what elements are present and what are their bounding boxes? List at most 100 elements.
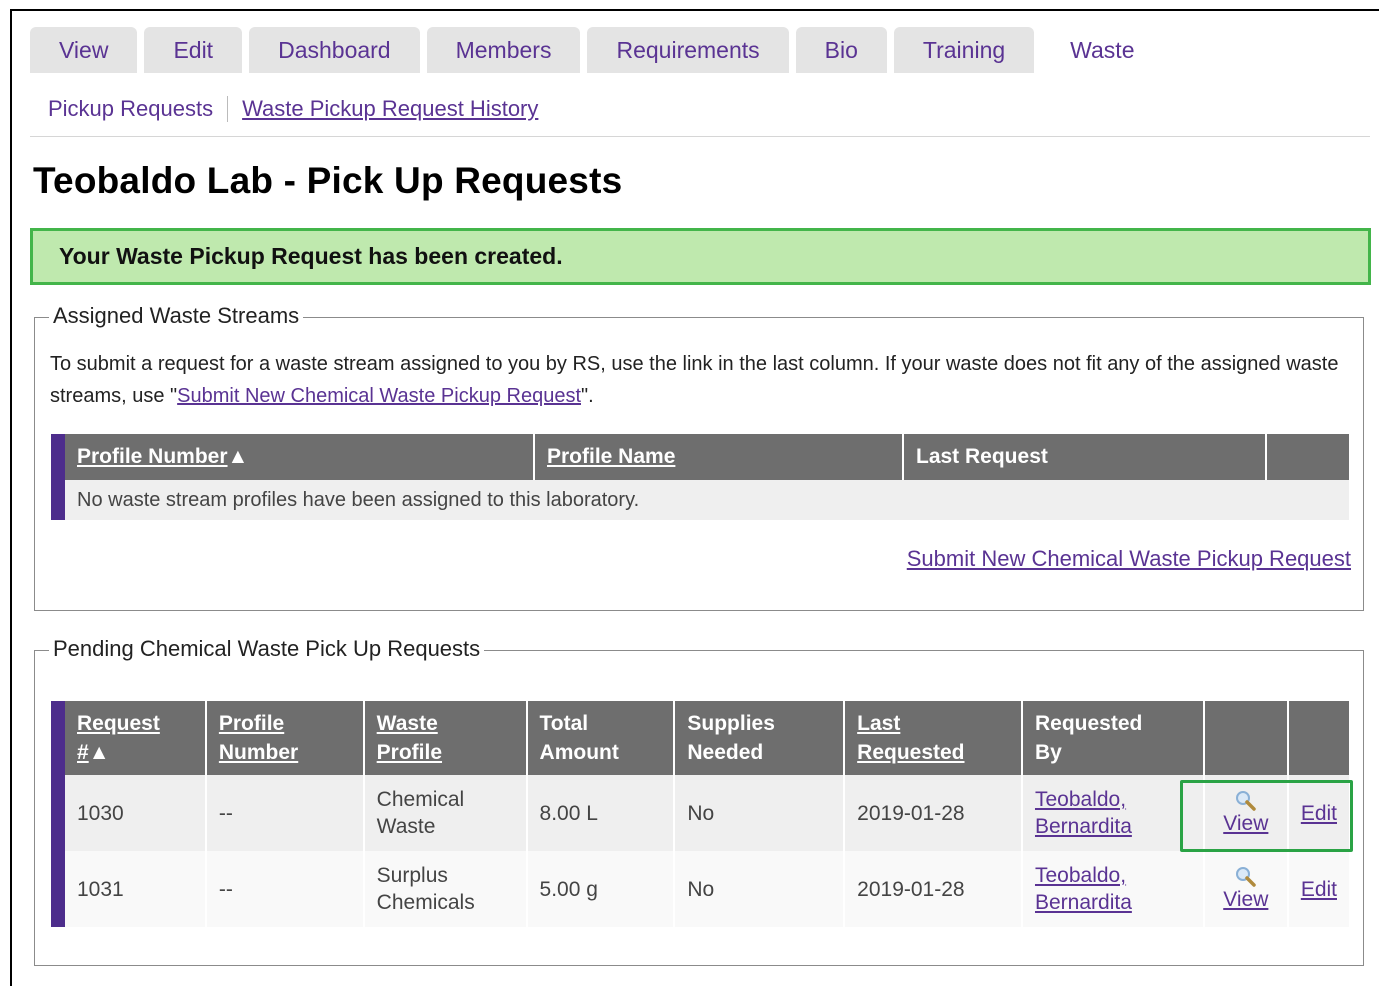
requested-by-link[interactable]: Teobaldo, Bernardita — [1035, 864, 1132, 914]
header-text: Amount — [539, 741, 619, 764]
profile-number: -- — [206, 775, 365, 851]
sort-asc-icon: ▲ — [88, 741, 110, 764]
col-total-amount: Total Amount — [527, 701, 676, 775]
magnifier-icon — [1235, 866, 1256, 887]
header-text: # — [77, 741, 89, 764]
requested-by-line: Teobaldo, — [1034, 864, 1127, 887]
total-amount: 5.00 g — [527, 851, 676, 927]
header-text: Requested — [1034, 712, 1143, 735]
col-supplies-needed: Supplies Needed — [675, 701, 846, 775]
view-label: View — [1223, 887, 1269, 911]
assigned-intro-text: To submit a request for a waste stream a… — [50, 348, 1340, 412]
col-profile-number[interactable]: Profile Number — [206, 701, 365, 775]
submit-new-request-link[interactable]: Submit New Chemical Waste Pickup Request — [907, 546, 1351, 572]
success-alert: Your Waste Pickup Request has been creat… — [30, 228, 1371, 285]
tab-training[interactable]: Training — [893, 27, 1035, 73]
waste-profile-line: Waste — [376, 815, 436, 838]
requested-by-line: Bernardita — [1034, 815, 1132, 838]
empty-message: No waste stream profiles have been assig… — [51, 480, 1349, 520]
col-actions — [1267, 434, 1349, 480]
pending-requests-fieldset: Pending Chemical Waste Pick Up Requests … — [34, 636, 1364, 966]
tab-waste[interactable]: Waste — [1041, 27, 1164, 73]
sort-profile-name-link[interactable]: Profile Name — [547, 445, 675, 468]
table-row: No waste stream profiles have been assig… — [51, 480, 1349, 520]
header-text: Last — [857, 712, 901, 735]
subnav-separator — [227, 96, 229, 122]
waste-profile-line: Chemicals — [376, 891, 475, 914]
edit-request-link[interactable]: Edit — [1301, 802, 1337, 825]
pickup-requests-link[interactable]: Pickup Requests — [48, 96, 213, 122]
supplies-needed: No — [675, 851, 846, 927]
header-text: Profile — [376, 741, 443, 764]
pending-requests-table: Request #▲ Profile Number Waste Profile Tot… — [51, 701, 1349, 927]
col-waste-profile[interactable]: Waste Profile — [364, 701, 528, 775]
table-header-row: Profile Number▲ Profile Name Last Reques… — [51, 434, 1349, 480]
col-request-number[interactable]: Request #▲ — [51, 701, 207, 775]
edit-cell: Edit — [1288, 775, 1349, 851]
waste-profile-line: Chemical — [376, 788, 465, 811]
sort-profile-number-link[interactable]: Profile Number — [219, 712, 298, 764]
requested-by-link[interactable]: Teobaldo, Bernardita — [1035, 788, 1132, 838]
sort-last-requested-link[interactable]: Last Requested — [857, 712, 964, 764]
tab-bio[interactable]: Bio — [795, 27, 887, 73]
sort-profile-number-link[interactable]: Profile Number — [77, 445, 228, 468]
requested-by: Teobaldo, Bernardita — [1022, 851, 1205, 927]
header-text: Total — [539, 712, 589, 735]
assigned-waste-streams-legend: Assigned Waste Streams — [49, 303, 304, 329]
table-row: 1031 -- Surplus Chemicals 5.00 g No 2019-… — [51, 851, 1349, 927]
supplies-needed: No — [675, 775, 846, 851]
tab-edit[interactable]: Edit — [144, 27, 243, 73]
col-profile-number[interactable]: Profile Number▲ — [51, 434, 535, 480]
request-number: 1031 — [51, 851, 207, 927]
last-requested: 2019-01-28 — [845, 775, 1023, 851]
pending-requests-legend: Pending Chemical Waste Pick Up Requests — [49, 636, 485, 662]
subnav-divider — [30, 136, 1370, 137]
sub-navigation: Pickup Requests Waste Pickup Request His… — [48, 96, 538, 122]
intro-submit-link[interactable]: Submit New Chemical Waste Pickup Request — [177, 385, 581, 407]
waste-profile-line: Surplus — [376, 864, 448, 887]
header-text: Waste — [376, 712, 438, 735]
requested-by: Teobaldo, Bernardita — [1022, 775, 1205, 851]
view-request-link[interactable]: View — [1217, 790, 1275, 835]
header-text: By — [1034, 741, 1062, 764]
intro-text-after: ". — [581, 385, 594, 407]
header-text: Needed — [687, 741, 764, 764]
header-text: Profile — [218, 712, 285, 735]
edit-cell: Edit — [1288, 851, 1349, 927]
view-request-link[interactable]: View — [1217, 866, 1275, 911]
pickup-history-link[interactable]: Waste Pickup Request History — [242, 96, 538, 122]
requested-by-line: Teobaldo, — [1034, 788, 1127, 811]
tab-view[interactable]: View — [30, 27, 138, 73]
page-title: Teobaldo Lab - Pick Up Requests — [33, 160, 623, 201]
tab-members[interactable]: Members — [426, 27, 581, 73]
tab-dashboard[interactable]: Dashboard — [249, 27, 420, 73]
col-edit — [1288, 701, 1349, 775]
tab-requirements[interactable]: Requirements — [587, 27, 789, 73]
last-requested: 2019-01-28 — [845, 851, 1023, 927]
col-last-requested[interactable]: Last Requested — [845, 701, 1023, 775]
header-text: Requested — [857, 741, 965, 764]
magnifier-icon — [1235, 790, 1256, 811]
view-cell: View — [1204, 775, 1289, 851]
total-amount: 8.00 L — [527, 775, 676, 851]
requested-by-line: Bernardita — [1034, 891, 1132, 914]
table-row: 1030 -- Chemical Waste 8.00 L No 2019-01-… — [51, 775, 1349, 851]
col-requested-by: Requested By — [1022, 701, 1205, 775]
sort-asc-icon: ▲ — [227, 445, 249, 468]
request-number: 1030 — [51, 775, 207, 851]
waste-profile: Chemical Waste — [364, 775, 528, 851]
sort-waste-profile-link[interactable]: Waste Profile — [377, 712, 442, 764]
col-last-request: Last Request — [904, 434, 1267, 480]
header-text: Supplies — [687, 712, 775, 735]
waste-profile: Surplus Chemicals — [364, 851, 528, 927]
view-label: View — [1223, 811, 1269, 835]
assigned-waste-streams-fieldset: Assigned Waste Streams To submit a reque… — [34, 303, 1364, 611]
header-text: Request — [77, 712, 160, 735]
view-cell: View — [1204, 851, 1289, 927]
table-header-row: Request #▲ Profile Number Waste Profile Tot… — [51, 701, 1349, 775]
profile-number: -- — [206, 851, 365, 927]
assigned-streams-table: Profile Number▲ Profile Name Last Reques… — [51, 434, 1349, 520]
col-view — [1204, 701, 1289, 775]
col-profile-name[interactable]: Profile Name — [535, 434, 904, 480]
edit-request-link[interactable]: Edit — [1301, 878, 1337, 901]
